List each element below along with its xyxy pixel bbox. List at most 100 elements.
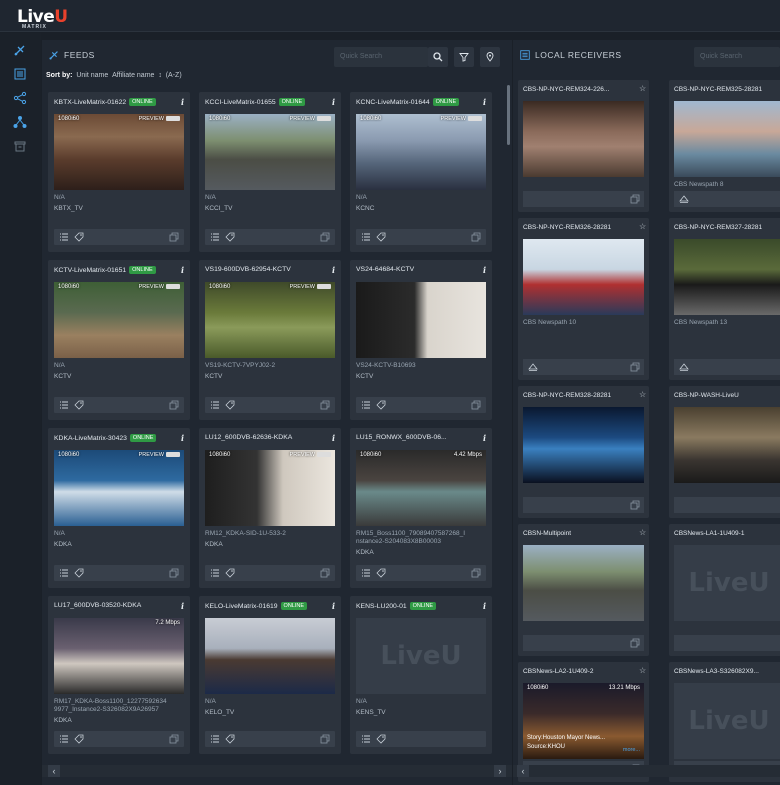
feed-card[interactable]: KBTX-LiveMatrix-01622 ONLINE i 1080i60 PREVI… bbox=[48, 92, 190, 252]
info-icon[interactable]: i bbox=[332, 97, 335, 107]
feed-card[interactable]: KELO-LiveMatrix-01619 ONLINE i N/A KELO_TV bbox=[199, 596, 341, 754]
preview-toggle-switch[interactable] bbox=[468, 116, 482, 121]
feed-thumbnail[interactable]: LiveU bbox=[356, 618, 486, 694]
feed-thumbnail[interactable]: 1080i60 PREVIEW bbox=[54, 282, 184, 358]
preview-toggle-switch[interactable] bbox=[166, 452, 180, 457]
sort-direction-icon[interactable]: ↕ bbox=[158, 72, 162, 79]
sort-affiliate-name[interactable]: Affiliate name bbox=[112, 72, 154, 79]
receiver-card[interactable]: CBS-NP-NYC-REM325-28281 CBS Newspath 8 bbox=[669, 80, 780, 212]
list-icon[interactable] bbox=[10, 65, 30, 83]
feed-thumbnail[interactable]: 1080i60 PREVIEW bbox=[205, 450, 335, 526]
preview-toggle[interactable]: PREVIEW bbox=[290, 284, 331, 290]
info-icon[interactable]: i bbox=[483, 97, 486, 107]
feed-card[interactable]: LU15_RONWX_600DVB-06... i 1080i60 4.42 Mbps… bbox=[350, 428, 492, 588]
feed-card[interactable]: KCCI-LiveMatrix-01655 ONLINE i 1080i60 PREVI… bbox=[199, 92, 341, 252]
receiver-card[interactable]: CBSNews-LA2-1U409-2 ☆ 1080i60 13.21 Mbps Sto… bbox=[518, 662, 649, 782]
feeds-horizontal-scrollbar[interactable] bbox=[42, 765, 512, 777]
preview-toggle-switch[interactable] bbox=[166, 284, 180, 289]
preview-toggle[interactable]: PREVIEW bbox=[139, 116, 180, 122]
star-icon[interactable]: ☆ bbox=[639, 666, 646, 675]
feed-thumbnail[interactable]: 1080i60 PREVIEW bbox=[54, 114, 184, 190]
preview-toggle[interactable]: PREVIEW bbox=[139, 452, 180, 458]
feed-thumbnail[interactable]: 1080i60 PREVIEW bbox=[205, 114, 335, 190]
receiver-thumbnail[interactable]: LiveU bbox=[674, 683, 780, 759]
receiver-thumbnail[interactable]: LiveU bbox=[674, 545, 780, 621]
preview-toggle-switch[interactable] bbox=[166, 116, 180, 121]
network-icon[interactable] bbox=[10, 113, 30, 131]
feed-name: LU15_RONWX_600DVB-06... bbox=[356, 434, 447, 441]
receivers-horizontal-scrollbar[interactable] bbox=[513, 765, 780, 777]
receiver-card[interactable]: CBS-NP-WASH-LiveU bbox=[669, 386, 780, 518]
info-icon[interactable]: i bbox=[483, 433, 486, 443]
receiver-thumbnail[interactable] bbox=[523, 545, 644, 621]
resolution-label: 1080i60 bbox=[360, 452, 382, 458]
receiver-thumbnail[interactable] bbox=[674, 407, 780, 483]
receiver-name: CBS-NP-NYC-REM327-28281 bbox=[674, 224, 763, 231]
feed-thumbnail[interactable] bbox=[356, 282, 486, 358]
info-icon[interactable]: i bbox=[181, 433, 184, 443]
preview-toggle[interactable]: PREVIEW bbox=[441, 116, 482, 122]
receiver-thumbnail[interactable] bbox=[523, 101, 644, 177]
satellite-icon[interactable] bbox=[10, 41, 30, 59]
feed-thumbnail[interactable]: 7.2 Mbps bbox=[54, 618, 184, 694]
feed-card[interactable]: LU12_600DVB-62636-KDKA i 1080i60 PREVIEW RM1… bbox=[199, 428, 341, 588]
feed-title: KENS-LU200-01 ONLINE bbox=[356, 602, 437, 610]
receiver-card[interactable]: CBS-NP-NYC-REM328-28281 ☆ bbox=[518, 386, 649, 518]
preview-toggle-switch[interactable] bbox=[317, 452, 331, 457]
location-button[interactable] bbox=[480, 47, 500, 67]
feed-thumbnail[interactable]: 1080i60 PREVIEW bbox=[54, 450, 184, 526]
feed-thumbnail[interactable]: 1080i60 4.42 Mbps bbox=[356, 450, 486, 526]
star-icon[interactable]: ☆ bbox=[639, 222, 646, 231]
receiver-card[interactable]: CBSN-Multipoint ☆ bbox=[518, 524, 649, 656]
receiver-card[interactable]: CBS-NP-NYC-REM326-28281 ☆ CBS Newspath 10 bbox=[518, 218, 649, 380]
share-icon[interactable] bbox=[10, 89, 30, 107]
receiver-card[interactable]: CBSNews-LA3-S326082X9... LiveU bbox=[669, 662, 780, 782]
receiver-thumbnail[interactable] bbox=[674, 101, 780, 177]
sort-order[interactable]: (A-Z) bbox=[166, 72, 182, 79]
sort-unit-name[interactable]: Unit name bbox=[76, 72, 108, 79]
filter-button[interactable] bbox=[454, 47, 474, 67]
preview-toggle-switch[interactable] bbox=[317, 284, 331, 289]
preview-toggle[interactable]: PREVIEW bbox=[139, 284, 180, 290]
info-icon[interactable]: i bbox=[181, 265, 184, 275]
receiver-thumbnail[interactable] bbox=[674, 239, 780, 315]
info-icon[interactable]: i bbox=[332, 433, 335, 443]
preview-toggle-switch[interactable] bbox=[317, 116, 331, 121]
star-icon[interactable]: ☆ bbox=[639, 84, 646, 93]
feed-card[interactable]: VS19-600DVB-62954-KCTV i 1080i60 PREVIEW VS1… bbox=[199, 260, 341, 420]
feeds-search-input[interactable]: Quick Search bbox=[334, 47, 428, 67]
feeds-vertical-scrollbar[interactable] bbox=[507, 85, 510, 145]
more-link[interactable]: more... bbox=[623, 747, 640, 753]
info-icon[interactable]: i bbox=[181, 601, 184, 611]
receiver-thumbnail[interactable] bbox=[523, 239, 644, 315]
scroll-left-button[interactable]: ‹ bbox=[48, 765, 60, 777]
star-icon[interactable]: ☆ bbox=[639, 390, 646, 399]
feed-card[interactable]: KDKA-LiveMatrix-30423 ONLINE i 1080i60 PREVI… bbox=[48, 428, 190, 588]
star-icon[interactable]: ☆ bbox=[639, 528, 646, 537]
feed-card[interactable]: KCNC-LiveMatrix-01644 ONLINE i 1080i60 PREVI… bbox=[350, 92, 492, 252]
info-icon[interactable]: i bbox=[332, 601, 335, 611]
receiver-thumbnail[interactable]: 1080i60 13.21 Mbps Story:Houston Mayor New… bbox=[523, 683, 644, 759]
feed-thumbnail[interactable]: 1080i60 PREVIEW bbox=[205, 282, 335, 358]
archive-icon[interactable] bbox=[10, 137, 30, 155]
feed-card[interactable]: VS24-64684-KCTV i VS24-KCTV-B10693 KCTV bbox=[350, 260, 492, 420]
feed-thumbnail[interactable] bbox=[205, 618, 335, 694]
info-icon[interactable]: i bbox=[332, 265, 335, 275]
preview-toggle[interactable]: PREVIEW bbox=[290, 116, 331, 122]
info-icon[interactable]: i bbox=[483, 265, 486, 275]
feed-card[interactable]: KENS-LU200-01 ONLINE i LiveU N/A KENS_TV bbox=[350, 596, 492, 754]
feed-card[interactable]: LU17_600DVB-03520-KDKA i 7.2 Mbps RM17_KDKA… bbox=[48, 596, 190, 754]
feed-thumbnail[interactable]: 1080i60 PREVIEW bbox=[356, 114, 486, 190]
info-icon[interactable]: i bbox=[483, 601, 486, 611]
scroll-right-button[interactable]: › bbox=[494, 765, 506, 777]
receivers-scroll-left-button[interactable]: ‹ bbox=[517, 765, 529, 777]
feed-card[interactable]: KCTV-LiveMatrix-01651 ONLINE i 1080i60 PREVI… bbox=[48, 260, 190, 420]
receiver-card[interactable]: CBS-NP-NYC-REM324-226... ☆ bbox=[518, 80, 649, 212]
receivers-search-input[interactable]: Quick Search bbox=[694, 47, 780, 67]
receiver-thumbnail[interactable] bbox=[523, 407, 644, 483]
info-icon[interactable]: i bbox=[181, 97, 184, 107]
receiver-card[interactable]: CBS-NP-NYC-REM327-28281 CBS Newspath 13 bbox=[669, 218, 780, 380]
preview-toggle[interactable]: PREVIEW bbox=[290, 452, 331, 458]
receiver-card[interactable]: CBSNews-LA1-1U409-1 LiveU bbox=[669, 524, 780, 656]
search-button[interactable] bbox=[428, 47, 448, 67]
